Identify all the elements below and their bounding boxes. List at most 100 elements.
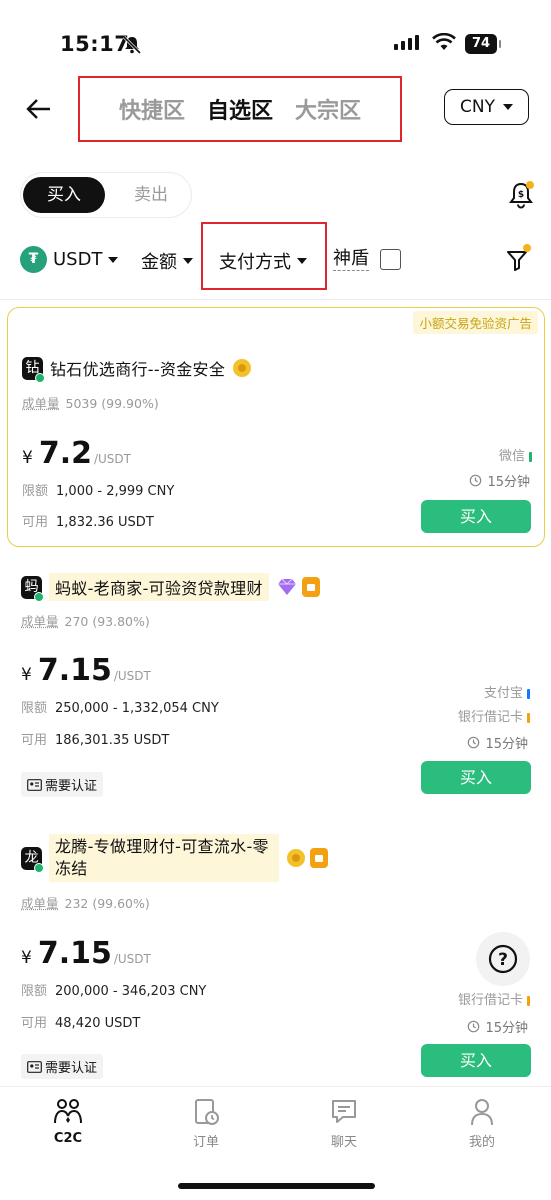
nav-label: 订单 <box>192 1135 219 1150</box>
price-value: 7.2 <box>38 436 92 471</box>
limit-value: 1,000 - 2,999 CNY <box>56 484 175 499</box>
time-value: 15分钟 <box>485 737 528 752</box>
limit-value: 250,000 - 1,332,054 CNY <box>55 701 219 716</box>
price-currency: ¥ <box>21 665 32 685</box>
verified-lock-icon <box>310 848 328 868</box>
price: ¥ 7.15 /USDT <box>21 936 151 971</box>
nav-profile[interactable]: 我的 <box>442 1097 522 1150</box>
help-button[interactable]: ? <box>476 932 530 986</box>
status-time: 15:17 <box>60 32 130 56</box>
price-currency: ¥ <box>22 448 33 468</box>
shield-checkbox[interactable] <box>380 249 401 270</box>
time-limit: 15分钟 <box>467 1017 528 1036</box>
price-alert-button[interactable]: $ <box>506 180 536 210</box>
payment-label: 支付方式 <box>219 252 291 273</box>
nav-label: 聊天 <box>330 1135 357 1150</box>
available-value: 186,301.35 USDT <box>55 733 170 748</box>
available-value: 48,420 USDT <box>55 1016 141 1031</box>
gold-badge-icon <box>233 359 252 377</box>
kyc-required-tag: 需要认证 <box>21 772 104 797</box>
nav-c2c[interactable]: C2C <box>28 1097 108 1146</box>
nav-label: 我的 <box>468 1135 495 1150</box>
svg-text:$: $ <box>518 190 524 200</box>
ad-card: 小额交易免验资广告 钻 钻石优选商行--资金安全 成单量 5039 (99.90%… <box>7 307 545 547</box>
filter-button[interactable] <box>505 244 531 273</box>
merchant-info[interactable]: 钻 钻石优选商行--资金安全 <box>22 356 252 383</box>
coin-filter[interactable]: ₮ USDT <box>20 246 119 273</box>
home-indicator <box>178 1183 375 1189</box>
help-icon: ? <box>488 944 518 974</box>
chat-icon <box>332 1100 356 1123</box>
shield-label[interactable]: 神盾 <box>333 248 369 271</box>
price-value: 7.15 <box>37 936 112 971</box>
amount-label: 金额 <box>141 252 177 273</box>
merchant-info[interactable]: 龙 龙腾-专做理财付-可查流水-零冻结 <box>21 834 328 882</box>
stat-label: 成单量 <box>21 896 59 911</box>
sell-tab[interactable]: 卖出 <box>111 177 191 213</box>
chevron-down-icon <box>108 256 119 263</box>
ad-card: 龙 龙腾-专做理财付-可查流水-零冻结 成单量 232 (99.60%) ¥ 7.… <box>0 832 551 1082</box>
id-card-icon <box>27 778 42 791</box>
id-card-icon <box>27 1060 42 1073</box>
buy-tab[interactable]: 买入 <box>23 177 105 213</box>
order-stats: 成单量 5039 (99.90%) <box>22 393 159 412</box>
merchant-name: 龙腾-专做理财付-可查流水-零冻结 <box>49 834 279 882</box>
time-value: 15分钟 <box>485 1021 528 1036</box>
tab-quick-zone[interactable]: 快捷区 <box>119 93 185 125</box>
clock-icon <box>468 1020 480 1033</box>
time-limit: 15分钟 <box>467 733 528 752</box>
payment-method: 支付宝 <box>484 682 530 701</box>
currency-label: CNY <box>460 97 495 117</box>
clock-icon <box>468 736 480 749</box>
chevron-down-icon <box>297 258 307 264</box>
buy-button[interactable]: 买入 <box>421 761 531 794</box>
price-value: 7.15 <box>37 653 112 688</box>
available-row: 可用 1,832.36 USDT <box>22 511 154 530</box>
orders-icon <box>195 1099 219 1125</box>
payment-filter[interactable]: 支付方式 <box>219 248 307 274</box>
time-limit: 15分钟 <box>469 471 530 490</box>
limit-label: 限额 <box>21 984 48 999</box>
diamond-badge-icon <box>277 578 296 595</box>
profile-icon <box>471 1099 493 1126</box>
notify-dot <box>523 244 531 252</box>
amount-filter[interactable]: 金额 <box>141 248 193 274</box>
price-unit: /USDT <box>93 452 131 466</box>
tab-bulk-zone[interactable]: 大宗区 <box>295 93 361 125</box>
nav-chat[interactable]: 聊天 <box>304 1097 384 1150</box>
bell-off-icon <box>122 35 142 55</box>
currency-select[interactable]: CNY <box>444 89 529 125</box>
tab-custom-zone[interactable]: 自选区 <box>207 93 273 125</box>
avatar: 蚂 <box>21 575 44 602</box>
available-label: 可用 <box>21 733 48 748</box>
clock-icon <box>470 474 482 487</box>
zone-tabs: 快捷区 自选区 大宗区 <box>78 76 402 142</box>
back-arrow-icon[interactable] <box>24 94 54 124</box>
buy-button[interactable]: 买入 <box>421 500 531 533</box>
available-value: 1,832.36 USDT <box>56 515 154 530</box>
merchant-name: 钻石优选商行--资金安全 <box>50 360 226 379</box>
time-value: 15分钟 <box>487 475 530 490</box>
payment-method: 微信 <box>499 445 532 464</box>
nav-orders[interactable]: 订单 <box>166 1097 246 1150</box>
price: ¥ 7.15 /USDT <box>21 653 151 688</box>
buy-button[interactable]: 买入 <box>421 1044 531 1077</box>
gold-badge-icon <box>287 849 305 867</box>
limit-value: 200,000 - 346,203 CNY <box>55 984 207 999</box>
order-stats: 成单量 232 (99.60%) <box>21 893 150 912</box>
stat-label: 成单量 <box>21 614 59 629</box>
top-nav: 快捷区 自选区 大宗区 CNY <box>0 76 551 142</box>
limit-row: 限额 200,000 - 346,203 CNY <box>21 980 206 999</box>
coin-label: USDT <box>53 249 103 270</box>
ad-tag: 小额交易免验资广告 <box>413 311 538 334</box>
price-unit: /USDT <box>113 952 151 966</box>
c2c-icon <box>54 1099 82 1124</box>
usdt-icon: ₮ <box>20 246 47 273</box>
merchant-info[interactable]: 蚂 蚂蚁-老商家-可验资贷款理财 <box>21 573 320 602</box>
divider <box>0 299 551 300</box>
notify-dot <box>526 181 534 189</box>
help-glyph: ? <box>498 950 508 970</box>
order-stats: 成单量 270 (93.80%) <box>21 611 150 630</box>
available-label: 可用 <box>22 515 49 530</box>
price-currency: ¥ <box>21 948 32 968</box>
